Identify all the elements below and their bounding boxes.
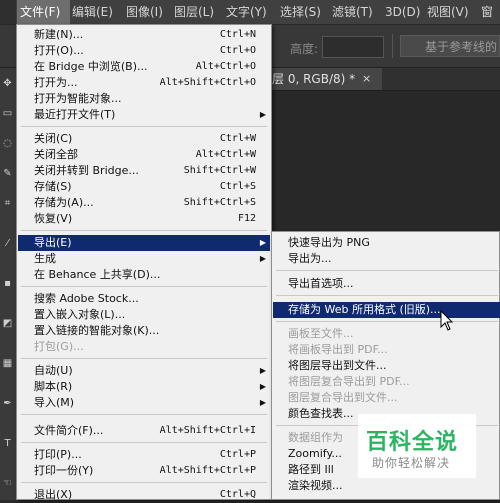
menu-item-share-behance[interactable]: 在 Behance 上共享(D)... (18, 267, 270, 283)
crop-tool-icon[interactable]: ⌗ (2, 198, 13, 209)
submenu-item-artboards-to-files: 画板至文件... (288, 327, 354, 340)
menu-item-recent-files[interactable]: 最近打开文件(T) ▶ (18, 107, 270, 123)
hand-tool-icon[interactable]: ☜ (2, 478, 13, 489)
menu-window[interactable]: 窗 (481, 0, 493, 24)
height-label: 高度: (290, 42, 319, 56)
menu-item-close[interactable]: 关闭(C) Ctrl+W (18, 131, 270, 147)
watermark-title: 百科全说 (366, 430, 459, 455)
menu-separator (276, 295, 498, 296)
menu-item-browse-bridge[interactable]: 在 Bridge 中浏览(B)... Alt+Ctrl+O (18, 59, 270, 75)
text-tool-icon[interactable]: T (2, 438, 13, 449)
menu-item-place-linked[interactable]: 置入链接的智能对象(K)... (18, 323, 270, 339)
menu-item-revert[interactable]: 恢复(V) F12 (18, 211, 270, 227)
lasso-tool-icon[interactable]: ◌ (2, 138, 13, 149)
eyedropper-tool-icon[interactable]: ⁄ (2, 238, 13, 249)
menu-filter[interactable]: 滤镜(T) (332, 0, 373, 24)
move-tool-icon[interactable]: ✥ (2, 78, 13, 89)
menu-separator (21, 126, 267, 127)
menu-layer[interactable]: 图层(L) (174, 0, 214, 24)
watermark-logo: 百科全说 助你轻松解决 (358, 414, 476, 478)
brush-tool-icon[interactable]: ✎ (2, 168, 13, 179)
close-icon[interactable]: × (362, 68, 371, 90)
document-tab[interactable]: 层 0, RGB/8) * × (266, 68, 382, 90)
menu-item-exit[interactable]: 退出(X) Ctrl+Q (18, 487, 270, 503)
submenu-item-quick-export-png[interactable]: 快速导出为 PNG (273, 235, 500, 251)
stamp-tool-icon[interactable]: ▪ (2, 278, 13, 289)
guide-based-button[interactable]: 基于参考线的 (400, 35, 500, 57)
menu-item-package: 打包(G)... (34, 340, 84, 353)
menu-separator (21, 414, 267, 415)
tools-panel: ✥ ▭ ◌ ✎ ⌗ ⁄ ▪ ◩ ▦ ✒ T ☜ (0, 68, 16, 500)
gradient-tool-icon[interactable]: ▦ (2, 358, 13, 369)
submenu-arrow-icon: ▶ (259, 366, 266, 375)
menu-item-new[interactable]: 新建(N)... Ctrl+N (18, 27, 270, 43)
submenu-item-layer-comps-to-pdf: 将图层复合导出到 PDF... (288, 375, 410, 388)
menu-item-save[interactable]: 存储(S) Ctrl+S (18, 179, 270, 195)
menu-item-scripts[interactable]: 脚本(R) ▶ (18, 379, 270, 395)
submenu-item-export-preferences[interactable]: 导出首选项... (273, 276, 500, 292)
menu-separator (276, 270, 498, 271)
submenu-arrow-icon: ▶ (259, 110, 266, 119)
submenu-item-save-for-web[interactable]: 存储为 Web 所用格式 (旧版)... (273, 302, 500, 318)
menu-separator (21, 482, 267, 483)
submenu-item-export-as[interactable]: 导出为... (273, 251, 500, 267)
menu-item-open-as[interactable]: 打开为... Alt+Shift+Ctrl+O (18, 75, 270, 91)
menu-item-import[interactable]: 导入(M) ▶ (18, 395, 270, 411)
menu-type[interactable]: 文字(Y) (226, 0, 267, 24)
menu-separator (21, 358, 267, 359)
menu-separator (21, 286, 267, 287)
menu-item-print[interactable]: 打印(P)... Ctrl+P (18, 447, 270, 463)
menu-item-export[interactable]: 导出(E) ▶ (18, 235, 270, 251)
menu-item-generate[interactable]: 生成 ▶ (18, 251, 270, 267)
menu-item-file-info[interactable]: 文件简介(F)... Alt+Shift+Ctrl+I (18, 423, 270, 439)
submenu-item-render-video[interactable]: 渲染视频... (273, 478, 500, 494)
submenu-arrow-icon: ▶ (259, 254, 266, 263)
watermark-subtitle: 助你轻松解决 (372, 456, 451, 470)
menu-bar: 文件(F) 编辑(E) 图像(I) 图层(L) 文字(Y) 选择(S) 滤镜(T… (0, 0, 500, 25)
menu-image[interactable]: 图像(I) (126, 0, 163, 24)
submenu-item-artboards-to-pdf: 将画板导出到 PDF... (288, 343, 388, 356)
menu-item-open[interactable]: 打开(O)... Ctrl+O (18, 43, 270, 59)
menu-edit[interactable]: 编辑(E) (72, 0, 113, 24)
mouse-cursor-icon (440, 310, 454, 331)
document-tab-strip: 层 0, RGB/8) * × (266, 68, 500, 91)
menu-item-automate[interactable]: 自动(U) ▶ (18, 363, 270, 379)
menu-item-save-as[interactable]: 存储为(A)... Shift+Ctrl+S (18, 195, 270, 211)
submenu-arrow-icon: ▶ (259, 382, 266, 391)
menu-item-close-go-bridge[interactable]: 关闭并转到 Bridge... Shift+Ctrl+W (18, 163, 270, 179)
height-input[interactable] (322, 36, 384, 58)
divider (392, 34, 393, 58)
menu-item-open-smart-object[interactable]: 打开为智能对象... (18, 91, 270, 107)
menu-3d[interactable]: 3D(D) (385, 0, 420, 24)
document-tab-title: 层 0, RGB/8) * (272, 72, 356, 86)
menu-select[interactable]: 选择(S) (280, 0, 321, 24)
marquee-tool-icon[interactable]: ▭ (2, 108, 13, 119)
app-logo-icon (0, 0, 16, 24)
menu-item-place-embedded[interactable]: 置入嵌入对象(L)... (18, 307, 270, 323)
pen-tool-icon[interactable]: ✒ (2, 398, 13, 409)
menu-separator (21, 442, 267, 443)
submenu-item-layer-comps-to-files: 图层复合导出到文件... (288, 391, 398, 404)
menu-item-close-all[interactable]: 关闭全部 Alt+Ctrl+W (18, 147, 270, 163)
menu-item-print-one[interactable]: 打印一份(Y) Alt+Shift+Ctrl+P (18, 463, 270, 479)
file-menu: 新建(N)... Ctrl+N 打开(O)... Ctrl+O 在 Bridge 中… (16, 24, 272, 503)
menu-item-search-stock[interactable]: 搜索 Adobe Stock... (18, 291, 270, 307)
menu-separator (276, 321, 498, 322)
submenu-item-layers-to-files[interactable]: 将图层导出到文件... (273, 358, 500, 374)
eraser-tool-icon[interactable]: ◩ (2, 318, 13, 329)
menu-view[interactable]: 视图(V) (427, 0, 469, 24)
submenu-arrow-icon: ▶ (259, 398, 266, 407)
menu-separator (21, 230, 267, 231)
menu-file[interactable]: 文件(F) (17, 0, 70, 24)
submenu-arrow-icon: ▶ (259, 238, 266, 247)
